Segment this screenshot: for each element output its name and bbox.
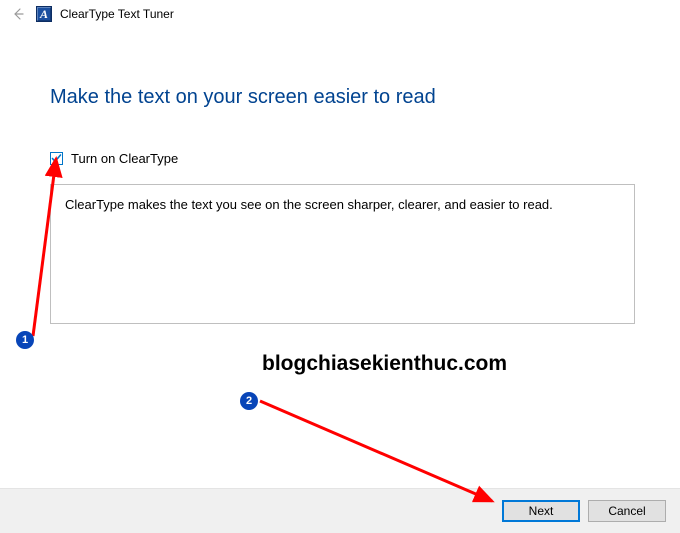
annotation-badge-2: 2 xyxy=(240,392,258,410)
description-text: ClearType makes the text you see on the … xyxy=(65,197,553,212)
watermark-text: blogchiasekienthuc.com xyxy=(262,352,507,376)
cancel-button[interactable]: Cancel xyxy=(588,500,666,522)
window-title: ClearType Text Tuner xyxy=(60,7,174,21)
annotation-badge-1: 1 xyxy=(16,331,34,349)
cleartype-checkbox[interactable] xyxy=(50,152,63,165)
content-area: Make the text on your screen easier to r… xyxy=(0,28,680,324)
cleartype-checkbox-row: Turn on ClearType xyxy=(50,151,635,166)
window: A ClearType Text Tuner Make the text on … xyxy=(0,0,680,533)
checkmark-icon xyxy=(51,153,62,164)
footer-bar: Next Cancel xyxy=(0,488,680,533)
back-button[interactable] xyxy=(8,4,28,24)
cleartype-checkbox-label: Turn on ClearType xyxy=(71,151,178,166)
back-arrow-icon xyxy=(10,6,26,22)
next-button[interactable]: Next xyxy=(502,500,580,522)
description-box: ClearType makes the text you see on the … xyxy=(50,184,635,324)
titlebar: A ClearType Text Tuner xyxy=(0,0,680,28)
app-icon: A xyxy=(36,6,52,22)
page-heading: Make the text on your screen easier to r… xyxy=(50,86,635,109)
